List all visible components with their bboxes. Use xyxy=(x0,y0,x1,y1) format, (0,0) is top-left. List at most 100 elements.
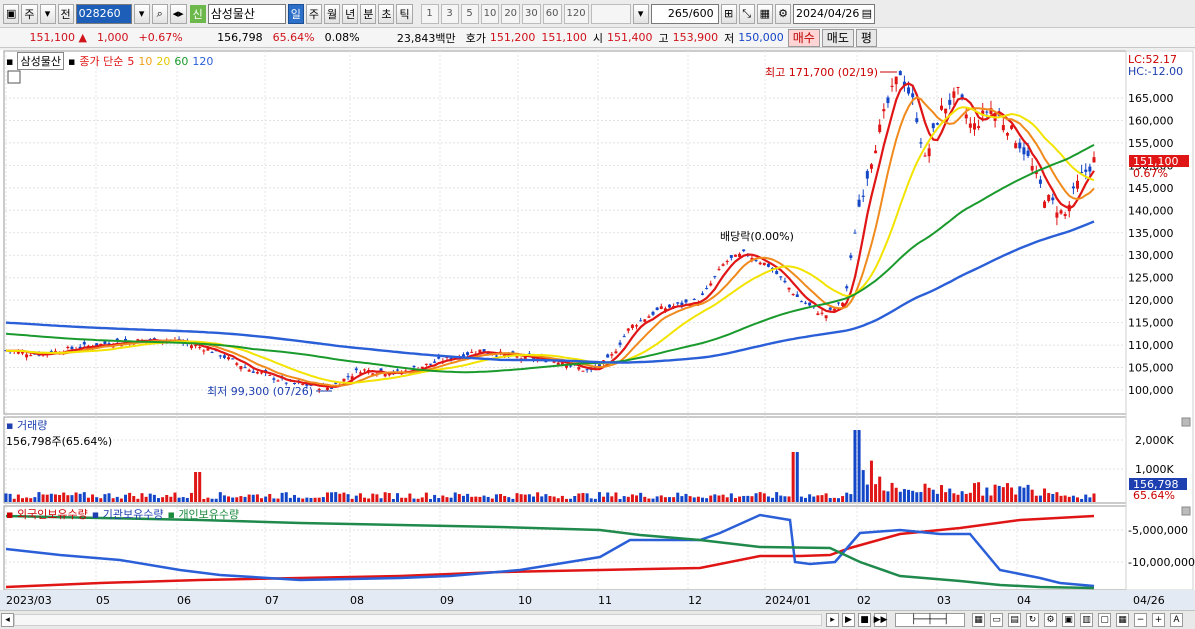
chart-table-icon[interactable] xyxy=(7,70,21,84)
stock-name-field[interactable]: 삼성물산 xyxy=(207,3,286,24)
interval-60[interactable]: 60 xyxy=(542,3,562,24)
tool-icon[interactable]: ⊞ xyxy=(720,3,737,24)
volume-bar xyxy=(836,498,840,502)
ma-title[interactable]: 종가 단순 xyxy=(79,53,123,69)
candle-body xyxy=(428,363,432,365)
volume-panel-close-icon[interactable] xyxy=(1181,417,1191,427)
code-dropdown-icon[interactable]: ▾ xyxy=(133,3,150,24)
period-main-button[interactable]: 주 xyxy=(21,3,38,24)
volume-bar xyxy=(474,496,478,502)
volume-bar xyxy=(536,492,540,502)
ma-10-label[interactable]: 10 xyxy=(138,55,152,68)
volume-bar xyxy=(626,496,630,502)
interval-30[interactable]: 30 xyxy=(522,3,541,24)
volume-bar xyxy=(445,497,449,502)
view-icon[interactable]: ▢ xyxy=(1098,613,1111,627)
refresh-icon[interactable]: ↻ xyxy=(1026,613,1039,627)
scroll-left-icon[interactable]: ◂ xyxy=(1,613,14,627)
candle-body xyxy=(824,315,828,319)
speaker-icon[interactable]: ◂▸ xyxy=(169,3,187,24)
play-icon[interactable]: ▶ xyxy=(842,613,855,627)
layout-icon[interactable]: ▥ xyxy=(1080,613,1093,627)
ma-5-label[interactable]: 5 xyxy=(127,55,134,68)
candle-body xyxy=(898,71,902,76)
volume-bar xyxy=(919,492,923,502)
candle-body xyxy=(437,356,441,359)
volume-bar xyxy=(1063,495,1067,502)
stock-code-input[interactable] xyxy=(75,3,132,24)
volume-bar xyxy=(507,497,511,502)
search-icon[interactable]: ⌕ xyxy=(151,3,168,24)
candle-body xyxy=(515,356,519,358)
holdings-foreign-label[interactable]: ▪ 외국인보유수량 xyxy=(6,506,88,522)
interval-dropdown-icon[interactable]: ▾ xyxy=(632,3,649,24)
prev-button[interactable]: 전 xyxy=(57,3,74,24)
interval-10[interactable]: 10 xyxy=(480,3,500,24)
interval-custom-field[interactable] xyxy=(590,3,631,24)
stock-label[interactable]: 삼성물산 xyxy=(17,52,64,70)
candle-body xyxy=(330,388,334,390)
price-y-tick: 160,000 xyxy=(1128,114,1174,127)
candle-body xyxy=(676,302,680,304)
date-field[interactable]: 2024/04/26 ▤ xyxy=(793,3,876,24)
zoom-out-icon[interactable]: − xyxy=(1134,613,1147,627)
ma-20-label[interactable]: 20 xyxy=(156,55,170,68)
zoom-slider[interactable]: ├──┼──┤ xyxy=(895,613,965,627)
interval-1[interactable]: 1 xyxy=(420,3,439,24)
interval-3[interactable]: 3 xyxy=(440,3,459,24)
period-minute[interactable]: 분 xyxy=(360,3,377,24)
period-year[interactable]: 년 xyxy=(342,3,359,24)
table-icon[interactable]: ▦ xyxy=(756,3,774,24)
volume-bar xyxy=(177,497,181,502)
gear-icon[interactable]: ⚙ xyxy=(775,3,792,24)
scroll-right-icon[interactable]: ▸ xyxy=(826,613,839,627)
stop-icon[interactable]: ■ xyxy=(858,613,871,627)
volume-bar xyxy=(74,492,78,502)
ma-60-label[interactable]: 60 xyxy=(174,55,188,68)
volume-bar xyxy=(948,488,952,502)
crosshair-icon[interactable]: ⤡ xyxy=(738,3,755,24)
volume-bar xyxy=(466,493,470,502)
chevron-down-icon[interactable]: ▾ xyxy=(39,3,56,24)
fast-forward-icon[interactable]: ▶▶ xyxy=(874,613,887,627)
volume-bar xyxy=(449,497,453,502)
volume-bar xyxy=(210,498,214,502)
period-day[interactable]: 일 xyxy=(287,3,304,24)
zoom-in-icon[interactable]: + xyxy=(1152,613,1165,627)
volume-bar xyxy=(8,493,12,502)
volume-title[interactable]: ▪ 거래량 xyxy=(6,417,47,433)
eval-button[interactable]: 평 xyxy=(855,28,877,47)
font-size-icon[interactable]: A xyxy=(1170,613,1183,627)
count-field[interactable]: 265/600 xyxy=(650,3,719,24)
split-icon[interactable]: ▦ xyxy=(972,613,985,627)
interval-20[interactable]: 20 xyxy=(501,3,521,24)
volume-bar xyxy=(894,487,898,502)
window-icon-2[interactable]: ▣ xyxy=(1062,613,1075,627)
volume-bar xyxy=(461,495,465,502)
scroll-track[interactable] xyxy=(14,614,822,626)
candle-body xyxy=(886,97,890,104)
chart-type-icon[interactable]: ▭ xyxy=(990,613,1003,627)
interval-5[interactable]: 5 xyxy=(460,3,479,24)
ma-120-label[interactable]: 120 xyxy=(192,55,213,68)
period-month[interactable]: 월 xyxy=(323,3,341,24)
volume-bar xyxy=(816,495,820,502)
doc-icon[interactable]: ▤ xyxy=(1008,613,1021,627)
settings-icon[interactable]: ⚙ xyxy=(1044,613,1057,627)
buy-button[interactable]: 매수 xyxy=(787,28,820,47)
period-second[interactable]: 초 xyxy=(378,3,395,24)
candle-body xyxy=(733,254,737,257)
period-week[interactable]: 주 xyxy=(305,3,322,24)
holdings-institution-label[interactable]: ▪ 기관보유수량 xyxy=(92,506,164,522)
x-axis-tick: 04/26 xyxy=(1133,594,1165,607)
sell-button[interactable]: 매도 xyxy=(821,28,854,47)
period-tick[interactable]: 틱 xyxy=(396,3,413,24)
holdings-panel-close-icon[interactable] xyxy=(1181,506,1191,516)
chart-area[interactable]: 165,000160,000155,000150,000145,000140,0… xyxy=(0,50,1195,610)
window-icon[interactable]: ▣ xyxy=(3,3,20,24)
tile-icon[interactable]: ▦ xyxy=(1116,613,1129,627)
holdings-individual-label[interactable]: ▪ 개인보유수량 xyxy=(167,506,239,522)
interval-120[interactable]: 120 xyxy=(563,3,589,24)
volume-bar xyxy=(1076,497,1080,502)
calendar-icon[interactable]: ▤ xyxy=(862,7,872,20)
